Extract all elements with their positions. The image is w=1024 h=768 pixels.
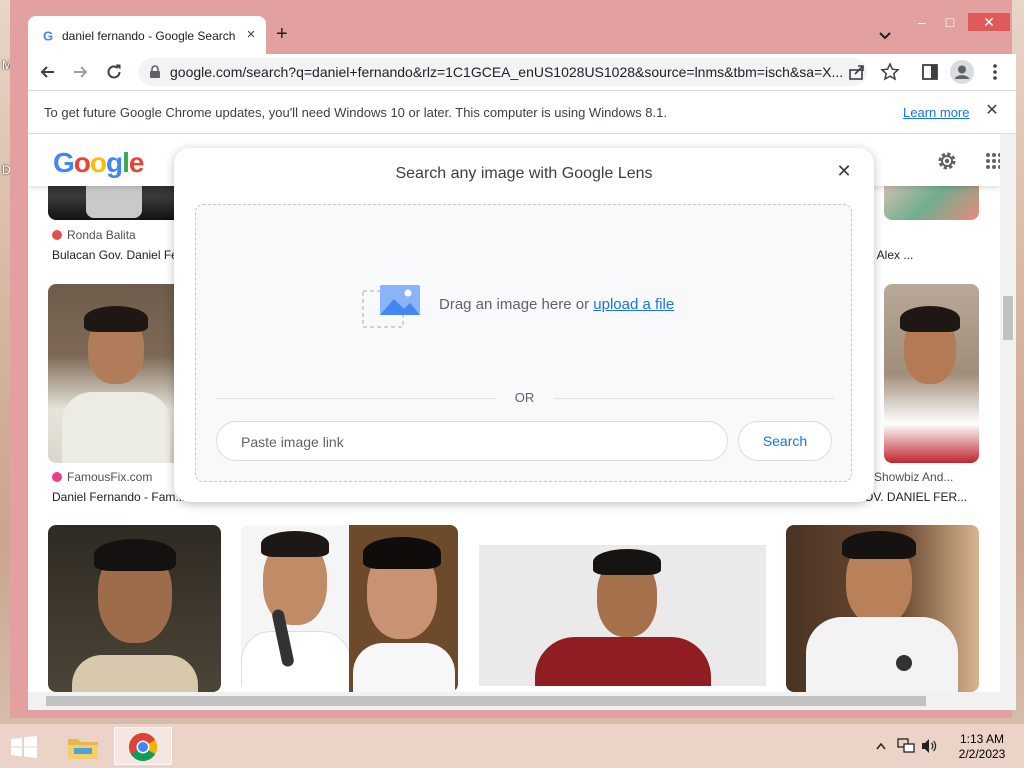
source-favicon-icon	[52, 230, 62, 240]
side-panel-icon[interactable]	[920, 62, 940, 82]
more-menu-icon[interactable]	[985, 62, 1005, 82]
address-bar[interactable]: google.com/search?q=daniel+fernando&rlz=…	[138, 58, 867, 86]
drag-image-text: Drag an image here or upload a file	[439, 296, 675, 313]
chrome-taskbar-button[interactable]	[114, 727, 172, 765]
result-image[interactable]	[884, 284, 979, 463]
result-image[interactable]	[48, 525, 221, 692]
reload-icon[interactable]	[104, 62, 124, 82]
lens-dialog-title: Search any image with Google Lens	[395, 165, 653, 182]
lens-close-button[interactable]: ✕	[834, 161, 854, 181]
google-lens-dialog: Search any image with Google Lens ✕ Drag…	[174, 148, 874, 502]
vertical-scroll-thumb[interactable]	[1003, 296, 1013, 340]
maximize-button[interactable]: □	[936, 13, 964, 31]
result-image[interactable]	[479, 545, 766, 686]
minimize-button[interactable]: –	[908, 13, 936, 31]
tab-title: daniel fernando - Google Search	[62, 29, 236, 43]
horizontal-scroll-thumb[interactable]	[46, 696, 926, 706]
show-hidden-icons-icon[interactable]	[876, 742, 886, 750]
bookmark-star-icon[interactable]	[880, 62, 900, 82]
lock-icon	[150, 65, 160, 78]
chrome-icon	[129, 733, 157, 761]
result-title[interactable]: OV. DANIEL FER...	[864, 490, 967, 504]
upload-file-link[interactable]: upload a file	[593, 296, 674, 313]
infobar-message: To get future Google Chrome updates, you…	[44, 105, 667, 120]
result-image[interactable]	[48, 284, 184, 463]
result-image[interactable]	[241, 525, 458, 692]
google-apps-grid-icon[interactable]	[983, 150, 1000, 172]
back-arrow-icon[interactable]	[38, 62, 58, 82]
volume-icon[interactable]	[920, 738, 938, 754]
image-upload-icon	[362, 285, 420, 328]
paste-image-link-input[interactable]: Paste image link	[216, 421, 728, 461]
tab-search-chevron-icon[interactable]	[876, 26, 894, 44]
infobar-close-button[interactable]: ✕	[983, 102, 1001, 120]
windows-start-icon[interactable]	[10, 736, 38, 758]
result-image[interactable]	[786, 525, 979, 692]
settings-gear-icon[interactable]	[936, 150, 958, 172]
result-title[interactable]: Bulacan Gov. Daniel Fe...	[52, 248, 188, 262]
image-drop-zone[interactable]: Drag an image here or upload a file OR P…	[195, 204, 852, 482]
clock-time: 1:13 AM	[959, 732, 1005, 746]
taskbar-clock[interactable]: 1:13 AM 2/2/2023	[950, 732, 1014, 762]
result-source[interactable]: a Showbiz And...	[864, 470, 953, 484]
update-infobar: To get future Google Chrome updates, you…	[28, 90, 1016, 134]
result-title[interactable]: Daniel Fernando - Fam...	[52, 490, 185, 504]
result-source[interactable]: FamousFix.com	[52, 470, 152, 484]
close-window-button[interactable]: ✕	[968, 13, 1010, 31]
network-icon[interactable]	[897, 738, 915, 754]
tab-close-button[interactable]: ×	[242, 26, 260, 44]
svg-text:G: G	[43, 29, 53, 44]
or-divider-line	[554, 398, 834, 399]
windows-taskbar: 1:13 AM 2/2/2023	[0, 724, 1024, 768]
horizontal-scrollbar[interactable]	[28, 692, 1016, 710]
vertical-scrollbar[interactable]	[1000, 134, 1016, 692]
file-explorer-button[interactable]	[54, 727, 112, 765]
google-logo[interactable]: Google	[53, 147, 144, 179]
forward-arrow-icon[interactable]	[70, 62, 90, 82]
folder-icon	[68, 739, 98, 759]
result-source[interactable]: Ronda Balita	[52, 228, 136, 242]
source-favicon-icon	[52, 472, 62, 482]
clock-date: 2/2/2023	[958, 747, 1006, 761]
lens-search-button[interactable]: Search	[738, 421, 832, 461]
profile-avatar-icon[interactable]	[950, 60, 974, 84]
browser-tab[interactable]: G daniel fernando - Google Search ×	[28, 16, 266, 56]
google-favicon-icon: G	[40, 28, 56, 44]
browser-toolbar: google.com/search?q=daniel+fernando&rlz=…	[28, 54, 1016, 90]
new-tab-button[interactable]: +	[276, 24, 288, 44]
share-icon[interactable]	[847, 62, 867, 82]
paste-image-link-placeholder: Paste image link	[241, 434, 344, 450]
learn-more-link[interactable]: Learn more	[903, 105, 969, 120]
url-text: google.com/search?q=daniel+fernando&rlz=…	[170, 64, 844, 80]
